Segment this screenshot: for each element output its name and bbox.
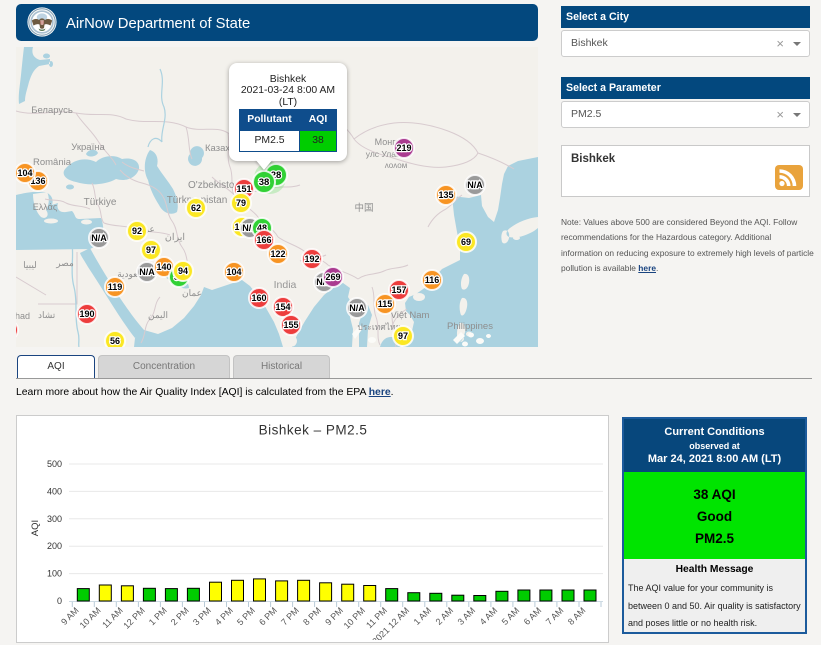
svg-text:عمان: عمان (182, 288, 202, 298)
svg-text:92: 92 (132, 226, 142, 236)
svg-text:1 PM: 1 PM (147, 605, 169, 627)
svg-text:104: 104 (17, 168, 32, 178)
svg-text:ایران: ایران (165, 232, 185, 243)
svg-text:192: 192 (304, 254, 319, 264)
svg-text:O'zbekiston: O'zbekiston (188, 180, 240, 191)
svg-text:8 AM: 8 AM (566, 605, 588, 627)
svg-text:56: 56 (110, 336, 120, 346)
svg-text:116: 116 (425, 275, 440, 285)
svg-text:N/A: N/A (349, 303, 365, 313)
svg-text:4 AM: 4 AM (478, 605, 500, 627)
svg-text:135: 135 (438, 190, 453, 200)
svg-text:Україна: Україна (71, 142, 105, 153)
svg-text:اليمن: اليمن (148, 310, 168, 321)
svg-text:79: 79 (236, 198, 246, 208)
svg-text:ليبيا: ليبيا (23, 260, 37, 270)
svg-text:190: 190 (79, 309, 94, 319)
svg-text:157: 157 (391, 285, 406, 295)
svg-text:300: 300 (47, 514, 62, 524)
svg-text:ᴧоᴧоᴍ: ᴧоᴧоᴍ (385, 161, 407, 170)
svg-text:500: 500 (47, 459, 62, 469)
svg-text:N/A: N/A (467, 180, 483, 190)
svg-text:119: 119 (108, 282, 123, 292)
svg-text:10 AM: 10 AM (78, 605, 103, 630)
svg-text:115: 115 (378, 299, 393, 309)
svg-text:2 AM: 2 AM (434, 605, 456, 627)
svg-text:122: 122 (270, 249, 285, 259)
svg-text:160: 160 (251, 293, 266, 303)
svg-text:269: 269 (325, 272, 340, 282)
svg-text:Bishkek – PM2.5: Bishkek – PM2.5 (259, 423, 368, 438)
svg-text:219: 219 (396, 143, 411, 153)
svg-text:N/A: N/A (91, 233, 107, 243)
svg-text:97: 97 (398, 331, 408, 341)
svg-text:200: 200 (47, 541, 62, 551)
svg-text:Việt Nam: Việt Nam (391, 310, 430, 321)
svg-text:11 AM: 11 AM (100, 605, 125, 630)
svg-text:69: 69 (461, 237, 471, 247)
svg-text:8 PM: 8 PM (301, 605, 323, 627)
svg-text:10 PM: 10 PM (342, 605, 367, 630)
svg-text:154: 154 (275, 302, 290, 312)
svg-text:مصر: مصر (55, 258, 74, 269)
svg-text:62: 62 (191, 203, 201, 213)
svg-text:0: 0 (57, 596, 62, 606)
svg-text:4 PM: 4 PM (213, 605, 235, 627)
svg-text:India: India (274, 279, 297, 291)
svg-text:N/A: N/A (139, 267, 155, 277)
svg-text:97: 97 (146, 245, 156, 255)
svg-text:AQI: AQI (30, 520, 41, 536)
svg-text:7 AM: 7 AM (544, 605, 566, 627)
svg-text:100: 100 (47, 569, 62, 579)
svg-text:Ελλάς: Ελλάς (33, 202, 58, 212)
svg-text:6 PM: 6 PM (257, 605, 279, 627)
svg-text:38: 38 (259, 177, 270, 188)
svg-text:Tchad: Tchad (16, 311, 30, 321)
svg-text:6 AM: 6 AM (522, 605, 544, 627)
svg-text:2 PM: 2 PM (169, 605, 191, 627)
svg-text:Беларусь: Беларусь (31, 105, 73, 116)
svg-text:5 PM: 5 PM (235, 605, 257, 627)
svg-text:Türkiye: Türkiye (84, 197, 117, 208)
svg-text:94: 94 (178, 266, 188, 276)
svg-text:7 PM: 7 PM (279, 605, 301, 627)
svg-text:5 AM: 5 AM (500, 605, 522, 627)
svg-text:12 PM: 12 PM (121, 605, 146, 630)
svg-text:Philippines: Philippines (447, 321, 493, 332)
svg-text:3 PM: 3 PM (191, 605, 213, 627)
svg-text:3 AM: 3 AM (456, 605, 478, 627)
svg-text:104: 104 (226, 267, 241, 277)
svg-text:140: 140 (156, 262, 171, 272)
svg-text:中国: 中国 (354, 202, 373, 214)
svg-text:400: 400 (47, 486, 62, 496)
svg-text:155: 155 (283, 320, 298, 330)
svg-text:România: România (33, 157, 72, 168)
svg-text:1 AM: 1 AM (412, 605, 434, 627)
svg-text:166: 166 (256, 235, 271, 245)
svg-text:تشاد: تشاد (38, 310, 56, 320)
